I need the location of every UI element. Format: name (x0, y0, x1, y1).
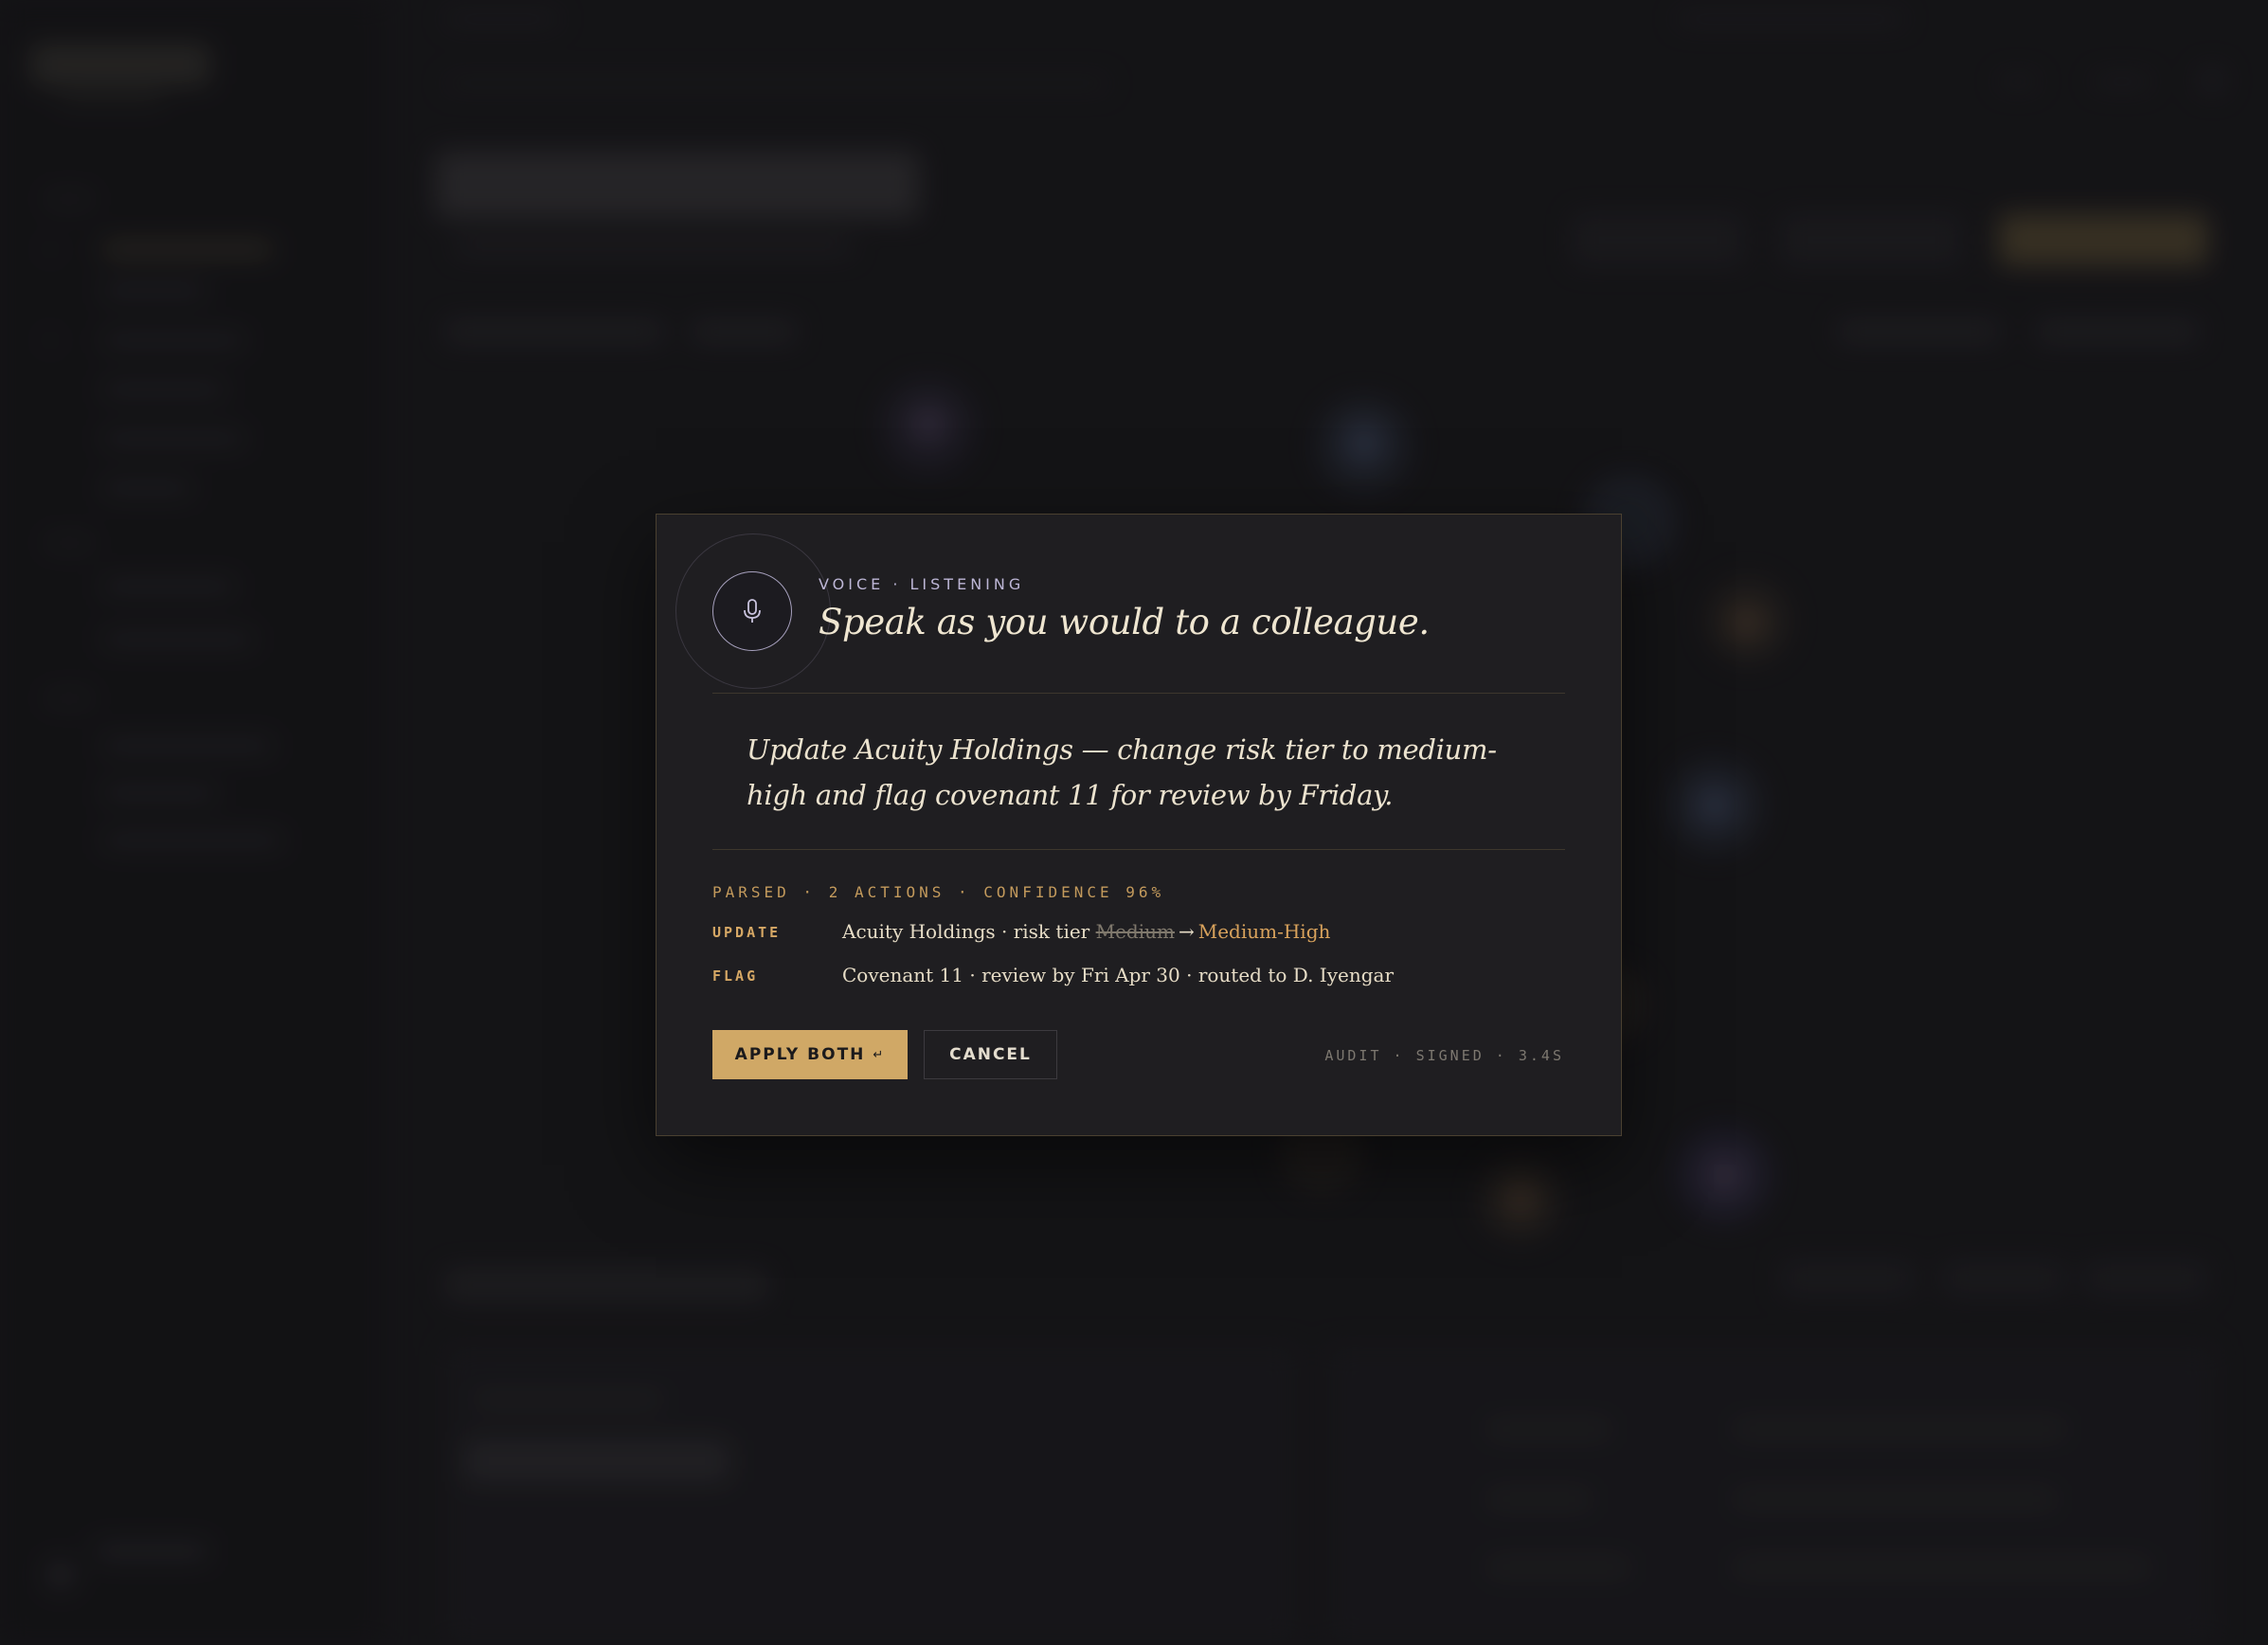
audit-status: AUDIT · SIGNED · 3.4S (1324, 1047, 1564, 1064)
action-description: Acuity Holdings · risk tier Medium → Mediu… (842, 920, 1330, 943)
apply-both-button[interactable]: APPLY BOTH ↵ (712, 1030, 908, 1079)
voice-status-label: VOICE · LISTENING (819, 575, 1025, 593)
action-target: Acuity Holdings · risk tier (842, 920, 1090, 943)
action-description: Covenant 11 · review by Fri Apr 30 · rou… (842, 964, 1395, 986)
voice-transcript: Update Acuity Holdings — change risk tie… (747, 733, 1497, 811)
cancel-button[interactable]: CANCEL (924, 1030, 1057, 1079)
voice-command-dialog: VOICE · LISTENING Speak as you would to … (656, 514, 1622, 1136)
new-value: Medium-High (1197, 920, 1331, 943)
divider (712, 693, 1565, 694)
arrow-icon: → (1178, 920, 1195, 943)
microphone-button[interactable] (712, 571, 792, 651)
action-verb: FLAG (712, 967, 759, 985)
parse-summary: PARSED · 2 ACTIONS · CONFIDENCE 96% (712, 883, 1165, 901)
dialog-headline: Speak as you would to a colleague. (819, 602, 1430, 642)
action-verb: UPDATE (712, 924, 782, 941)
old-value: Medium (1095, 920, 1175, 943)
parsed-action-update: UPDATE Acuity Holdings · risk tier Mediu… (712, 920, 1565, 947)
enter-key-icon: ↵ (873, 1047, 886, 1062)
apply-button-label: APPLY BOTH (734, 1045, 866, 1064)
microphone-icon (744, 599, 761, 623)
divider (712, 849, 1565, 850)
parsed-action-flag: FLAG Covenant 11 · review by Fri Apr 30 … (712, 964, 1565, 990)
